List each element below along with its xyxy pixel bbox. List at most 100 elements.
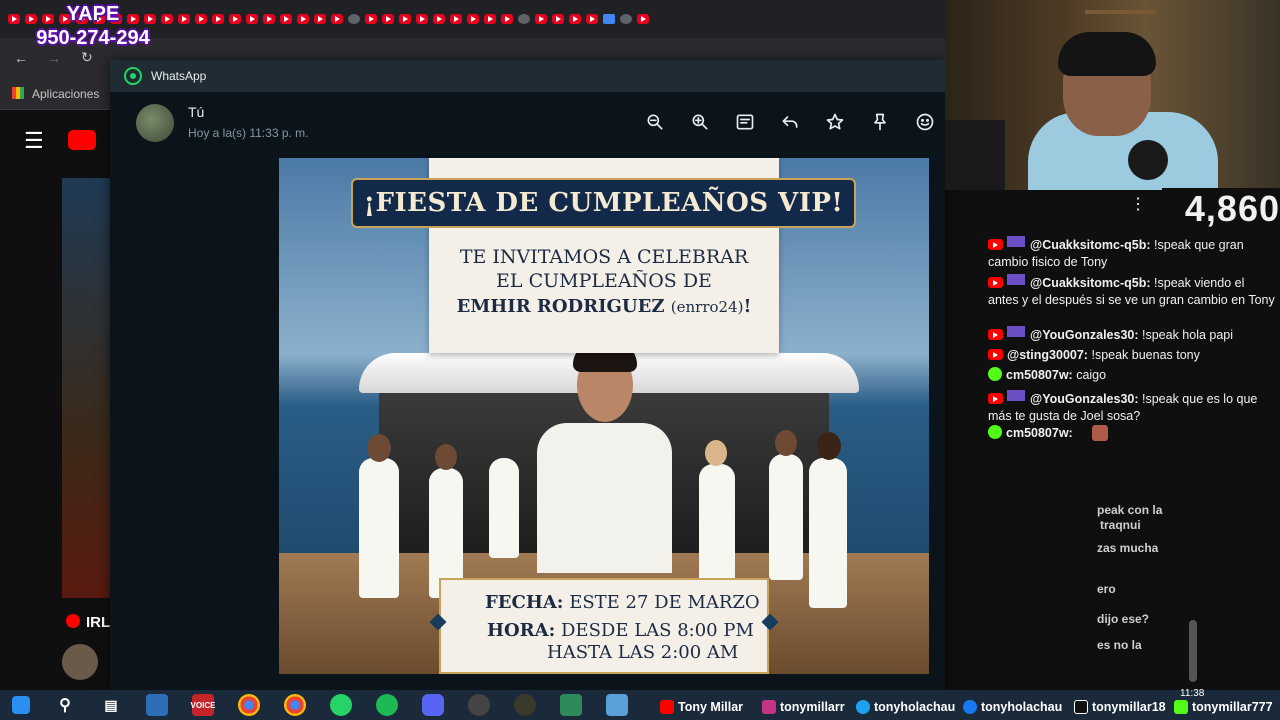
discord-icon[interactable] [422, 694, 444, 716]
date-label: FECHA: [485, 592, 564, 613]
youtube-tab-icon[interactable] [365, 14, 377, 24]
invite-guest-name: EMHIR RODRIGUEZ (enrro24)! [429, 296, 779, 317]
app-icon[interactable] [606, 694, 628, 716]
emoji-react-icon[interactable] [911, 108, 939, 136]
youtube-badge-icon [988, 277, 1003, 288]
youtube-tab-icon[interactable] [212, 14, 224, 24]
invitation-banner: ¡FIESTA DE CUMPLEAÑOS VIP! [351, 178, 856, 228]
youtube-tab-icon[interactable] [501, 14, 513, 24]
youtube-tab-icon[interactable] [416, 14, 428, 24]
youtube-tab-icon[interactable] [552, 14, 564, 24]
pin-icon[interactable] [866, 108, 894, 136]
twitter-icon [856, 700, 870, 714]
channel-avatar[interactable] [62, 644, 98, 680]
youtube-tab-icon[interactable] [297, 14, 309, 24]
apps-grid-icon[interactable] [12, 87, 24, 99]
reload-icon[interactable]: ↻ [81, 49, 93, 66]
youtube-tab-icon[interactable] [263, 14, 275, 24]
time-row: HORA: DESDE LAS 8:00 PM [487, 620, 754, 641]
ghost-chat-text: es no la [1097, 638, 1142, 652]
forward-icon[interactable]: → [47, 50, 61, 66]
youtube-badge-icon [988, 239, 1003, 250]
youtube-tab-icon[interactable] [484, 14, 496, 24]
guest-head [705, 440, 727, 466]
reply-icon[interactable] [776, 108, 804, 136]
youtube-icon [660, 700, 674, 714]
chrome-profile-icon[interactable] [284, 694, 306, 716]
globe-tab-icon[interactable] [348, 14, 360, 24]
social-tiktok: tonymillar18 [1074, 700, 1166, 714]
youtube-tab-icon[interactable] [246, 14, 258, 24]
app-icon[interactable] [146, 694, 168, 716]
youtube-tab-icon[interactable] [178, 14, 190, 24]
chat-username: cm50807w: [1006, 426, 1073, 440]
guest-head [775, 430, 797, 456]
youtube-tab-icon[interactable] [450, 14, 462, 24]
taskbar-clock[interactable]: 11:38 [1180, 688, 1204, 699]
youtube-tab-icon[interactable] [229, 14, 241, 24]
chat-more-icon[interactable]: ⋮ [1130, 194, 1146, 214]
social-handle: Tony Millar [678, 700, 744, 714]
youtube-tab-icon[interactable] [569, 14, 581, 24]
spotify-icon[interactable] [376, 694, 398, 716]
zoom-out-icon[interactable] [641, 108, 669, 136]
back-icon[interactable]: ← [14, 50, 28, 66]
chatgpt-tab-icon[interactable] [518, 14, 530, 24]
windows-start-icon[interactable] [12, 696, 30, 714]
task-view-icon[interactable]: ▤ [100, 694, 122, 716]
youtube-logo[interactable] [68, 130, 96, 150]
sender-avatar[interactable] [136, 104, 174, 142]
youtube-tab-icon[interactable] [331, 14, 343, 24]
youtube-tab-icon[interactable] [280, 14, 292, 24]
social-handle: tonymillarr [780, 700, 845, 714]
headphones [945, 120, 1005, 190]
guest-head [367, 434, 391, 462]
docs-tab-icon[interactable] [603, 14, 615, 24]
invitation-image[interactable]: TE INVITAMOS A CELEBRAR EL CUMPLEAÑOS DE… [279, 158, 929, 674]
youtube-tab-icon[interactable] [467, 14, 479, 24]
loading-tab-icon[interactable] [620, 14, 632, 24]
twitch-badge-icon [1007, 236, 1025, 247]
youtube-tab-icon[interactable] [433, 14, 445, 24]
voice-app-icon[interactable]: VOICE [190, 694, 216, 716]
whatsapp-icon[interactable] [330, 694, 352, 716]
date-value: ESTE 27 DE MARZO [569, 592, 760, 613]
host-figure [537, 423, 672, 573]
youtube-tab-icon[interactable] [399, 14, 411, 24]
search-icon[interactable]: ⚲ [54, 694, 76, 716]
chat-message: @Cuakksitomc-q5b: !speak viendo el antes… [988, 274, 1278, 309]
yape-overlay: YAPE 950-274-294 [18, 2, 168, 50]
voice-label: VOICE [190, 700, 216, 710]
zoom-in-icon[interactable] [686, 108, 714, 136]
chat-username: @YouGonzales30: [1030, 328, 1139, 342]
chat-text: caigo [1076, 368, 1107, 382]
apps-bookmark[interactable]: Aplicaciones [32, 87, 99, 101]
date-row: FECHA: ESTE 27 DE MARZO [485, 592, 760, 613]
youtube-tab-icon[interactable] [637, 14, 649, 24]
star-icon[interactable] [821, 108, 849, 136]
time-start: DESDE LAS 8:00 PM [561, 620, 754, 641]
chat-username: cm50807w: [1006, 368, 1073, 382]
birthday-name: EMHIR RODRIGUEZ [456, 296, 665, 317]
chrome-icon[interactable] [238, 694, 260, 716]
youtube-tab-icon[interactable] [586, 14, 598, 24]
youtube-tab-icon[interactable] [195, 14, 207, 24]
app-icon[interactable] [514, 694, 536, 716]
obs-icon[interactable] [468, 694, 490, 716]
app-icon[interactable] [560, 694, 582, 716]
youtube-tab-icon[interactable] [535, 14, 547, 24]
chat-username: @YouGonzales30: [1030, 392, 1139, 406]
youtube-tab-icon[interactable] [314, 14, 326, 24]
ghost-chat-text: dijo ese? [1097, 612, 1150, 626]
channel-live-label[interactable]: IRL [86, 614, 110, 631]
menu-icon[interactable]: ☰ [24, 128, 44, 154]
view-in-chat-icon[interactable] [731, 108, 759, 136]
invite-line-2: EL CUMPLEAÑOS DE [496, 270, 712, 292]
youtube-tab-icon[interactable] [382, 14, 394, 24]
youtube-badge-icon [988, 329, 1003, 340]
video-thumbnail[interactable] [62, 178, 110, 598]
media-stage: TE INVITAMOS A CELEBRAR EL CUMPLEAÑOS DE… [110, 152, 945, 690]
media-toolbar [641, 108, 939, 136]
chat-scrollbar[interactable] [1189, 620, 1197, 682]
ghost-chat-text: peak con la [1097, 503, 1163, 517]
